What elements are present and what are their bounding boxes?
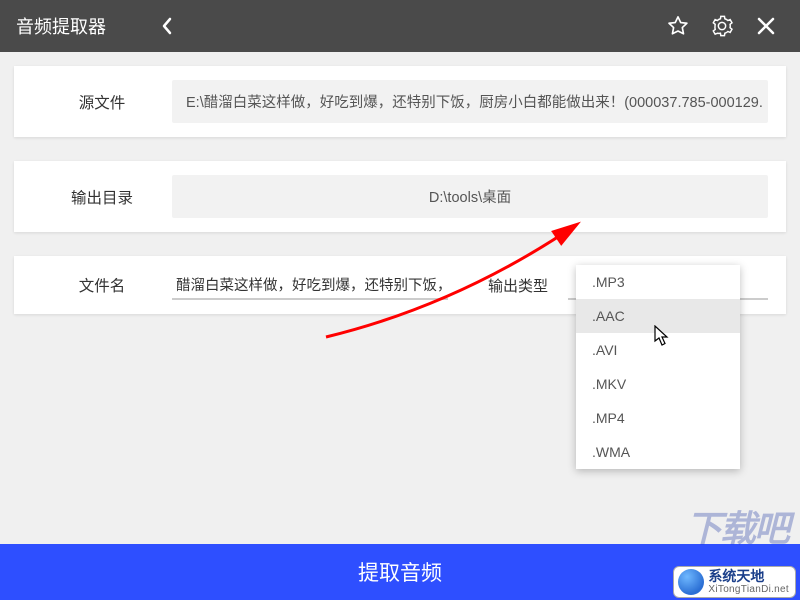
filename-input[interactable] [172,270,448,300]
chevron-left-icon [161,17,173,35]
source-field[interactable]: E:\醋溜白菜这样做，好吃到爆，还特别下饭，厨房小白都能做出来！(000037.… [172,80,768,123]
output-type-option[interactable]: .MP3 [576,265,740,299]
output-type-dropdown: .MP3.AAC.AVI.MKV.MP4.WMA [576,265,740,469]
content-area: 源文件 E:\醋溜白菜这样做，好吃到爆，还特别下饭，厨房小白都能做出来！(000… [0,52,800,544]
title-bar: 音频提取器 [0,0,800,52]
output-type-option[interactable]: .AAC [576,299,740,333]
globe-icon [678,569,704,595]
gear-icon [711,15,733,37]
filename-label: 文件名 [32,274,172,296]
output-type-option[interactable]: .AVI [576,333,740,367]
output-type-option[interactable]: .MKV [576,367,740,401]
output-dir-field[interactable]: D:\tools\桌面 [172,175,768,218]
back-button[interactable] [152,11,182,41]
output-type-option[interactable]: .WMA [576,435,740,469]
close-button[interactable] [748,8,784,44]
output-type-label: 输出类型 [468,275,568,296]
background-watermark: 下载吧 [686,500,788,552]
favorite-button[interactable] [660,8,696,44]
settings-button[interactable] [704,8,740,44]
star-icon [667,15,689,37]
site-watermark: 系统天地 XiTongTianDi.net [673,566,796,598]
output-type-option[interactable]: .MP4 [576,401,740,435]
source-label: 源文件 [32,91,172,113]
output-dir-label: 输出目录 [32,186,172,208]
close-icon [757,17,775,35]
output-dir-row: 输出目录 D:\tools\桌面 [14,161,786,232]
watermark-cn: 系统天地 [708,569,789,584]
source-row: 源文件 E:\醋溜白菜这样做，好吃到爆，还特别下饭，厨房小白都能做出来！(000… [14,66,786,137]
watermark-en: XiTongTianDi.net [708,584,789,595]
app-title: 音频提取器 [16,13,106,39]
